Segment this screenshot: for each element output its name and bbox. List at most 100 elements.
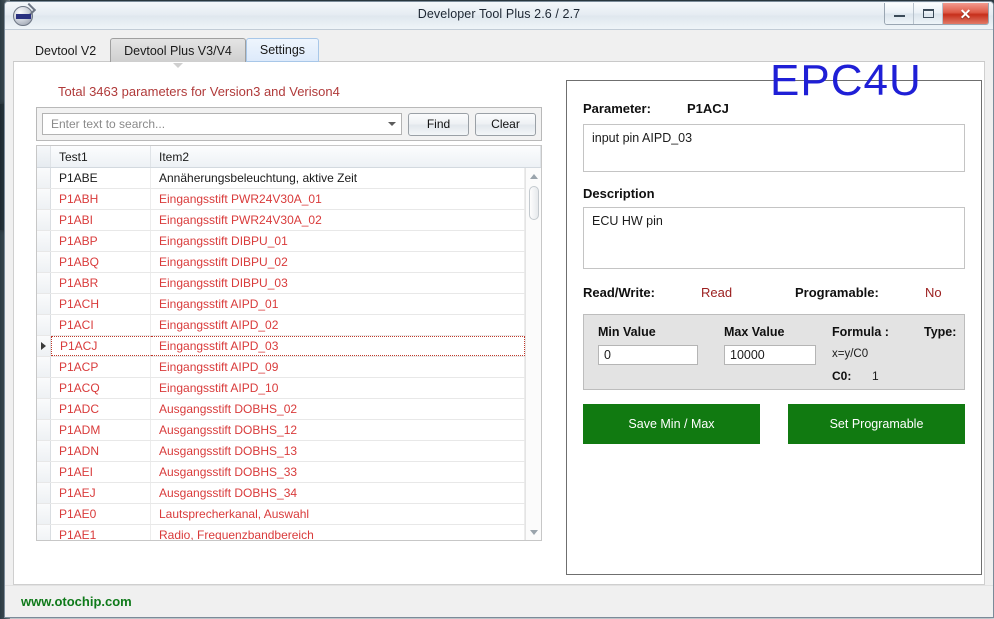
grid-header-test1[interactable]: Test1 <box>51 146 151 167</box>
row-selector-cell[interactable] <box>37 273 51 293</box>
cell-item2[interactable]: Ausgangsstift DOBHS_02 <box>151 399 525 419</box>
row-selector-cell[interactable] <box>37 525 51 540</box>
search-input[interactable] <box>49 116 382 132</box>
cell-item2[interactable]: Eingangsstift PWR24V30A_02 <box>151 210 525 230</box>
find-button[interactable]: Find <box>408 112 469 136</box>
minimize-button[interactable] <box>885 3 914 24</box>
cell-item2[interactable]: Annäherungsbeleuchtung, aktive Zeit <box>151 168 525 188</box>
table-row[interactable]: P1ABR Eingangsstift DIBPU_03 <box>37 273 525 294</box>
cell-item2[interactable]: Lautsprecherkanal, Auswahl <box>151 504 525 524</box>
row-selector-arrow-icon[interactable] <box>37 336 51 356</box>
table-row[interactable]: P1ACP Eingangsstift AIPD_09 <box>37 357 525 378</box>
scrollbar-thumb[interactable] <box>529 186 539 220</box>
max-value-label: Max Value <box>724 325 785 339</box>
cell-item2[interactable]: Ausgangsstift DOBHS_33 <box>151 462 525 482</box>
grid-header-row: Test1 Item2 <box>37 146 541 168</box>
cell-test1[interactable]: P1ADN <box>51 441 151 461</box>
cell-item2[interactable]: Eingangsstift AIPD_01 <box>151 294 525 314</box>
cell-item2[interactable]: Eingangsstift DIBPU_03 <box>151 273 525 293</box>
table-row[interactable]: P1AE1 Radio, Frequenzbandbereich <box>37 525 525 540</box>
chevron-down-icon[interactable] <box>382 114 401 134</box>
row-selector-cell[interactable] <box>37 168 51 188</box>
save-min-max-button[interactable]: Save Min / Max <box>583 404 760 444</box>
cell-test1[interactable]: P1AEJ <box>51 483 151 503</box>
cell-test1[interactable]: P1ACQ <box>51 378 151 398</box>
table-row[interactable]: P1ADC Ausgangsstift DOBHS_02 <box>37 399 525 420</box>
table-row[interactable]: P1ABP Eingangsstift DIBPU_01 <box>37 231 525 252</box>
row-selector-cell[interactable] <box>37 210 51 230</box>
parameter-detail-panel: Parameter: P1ACJ input pin AIPD_03 Descr… <box>566 80 982 575</box>
row-selector-cell[interactable] <box>37 189 51 209</box>
table-row[interactable]: P1ABI Eingangsstift PWR24V30A_02 <box>37 210 525 231</box>
table-row[interactable]: P1AEJ Ausgangsstift DOBHS_34 <box>37 483 525 504</box>
tab-devtool-plus-v3v4[interactable]: Devtool Plus V3/V4 <box>110 38 246 68</box>
clear-button[interactable]: Clear <box>475 112 536 136</box>
row-selector-cell[interactable] <box>37 357 51 377</box>
cell-test1[interactable]: P1ABQ <box>51 252 151 272</box>
min-value-input[interactable]: 0 <box>598 345 698 365</box>
cell-item2[interactable]: Eingangsstift AIPD_03 <box>151 336 525 356</box>
cell-test1[interactable]: P1ACI <box>51 315 151 335</box>
table-row[interactable]: P1ACJ Eingangsstift AIPD_03 <box>37 336 525 357</box>
cell-item2[interactable]: Eingangsstift AIPD_10 <box>151 378 525 398</box>
table-row[interactable]: P1ACI Eingangsstift AIPD_02 <box>37 315 525 336</box>
table-row[interactable]: P1ACH Eingangsstift AIPD_01 <box>37 294 525 315</box>
row-selector-cell[interactable] <box>37 399 51 419</box>
maximize-button[interactable] <box>914 3 943 24</box>
row-selector-cell[interactable] <box>37 420 51 440</box>
search-combobox[interactable] <box>42 113 402 135</box>
tab-settings[interactable]: Settings <box>245 38 320 62</box>
tab-devtool-v2[interactable]: Devtool V2 <box>21 38 110 62</box>
cell-test1[interactable]: P1ACP <box>51 357 151 377</box>
grid-vertical-scrollbar[interactable] <box>525 168 541 540</box>
row-selector-cell[interactable] <box>37 441 51 461</box>
table-row[interactable]: P1AEI Ausgangsstift DOBHS_33 <box>37 462 525 483</box>
search-toolbar: Find Clear <box>36 107 542 141</box>
cell-item2[interactable]: Ausgangsstift DOBHS_12 <box>151 420 525 440</box>
max-value-input[interactable]: 10000 <box>724 345 816 365</box>
row-selector-cell[interactable] <box>37 231 51 251</box>
set-programable-button[interactable]: Set Programable <box>788 404 965 444</box>
cell-test1[interactable]: P1ABR <box>51 273 151 293</box>
cell-test1[interactable]: P1AE1 <box>51 525 151 540</box>
row-selector-cell[interactable] <box>37 462 51 482</box>
cell-item2[interactable]: Ausgangsstift DOBHS_34 <box>151 483 525 503</box>
cell-test1[interactable]: P1ABH <box>51 189 151 209</box>
cell-item2[interactable]: Eingangsstift AIPD_09 <box>151 357 525 377</box>
table-row[interactable]: P1AE0 Lautsprecherkanal, Auswahl <box>37 504 525 525</box>
cell-test1[interactable]: P1ACH <box>51 294 151 314</box>
grid-header-item2[interactable]: Item2 <box>151 146 541 167</box>
cell-test1[interactable]: P1ADM <box>51 420 151 440</box>
close-button[interactable]: ✕ <box>943 3 988 24</box>
cell-test1[interactable]: P1ACJ <box>51 336 151 356</box>
table-row[interactable]: P1ADM Ausgangsstift DOBHS_12 <box>37 420 525 441</box>
row-selector-cell[interactable] <box>37 504 51 524</box>
description-text-box[interactable]: ECU HW pin <box>583 207 965 269</box>
cell-item2[interactable]: Eingangsstift AIPD_02 <box>151 315 525 335</box>
scroll-up-arrow-icon[interactable] <box>526 168 541 184</box>
row-selector-cell[interactable] <box>37 252 51 272</box>
row-selector-cell[interactable] <box>37 378 51 398</box>
cell-item2[interactable]: Radio, Frequenzbandbereich <box>151 525 525 540</box>
cell-item2[interactable]: Ausgangsstift DOBHS_13 <box>151 441 525 461</box>
website-link[interactable]: www.otochip.com <box>21 594 132 609</box>
table-row[interactable]: P1ABQ Eingangsstift DIBPU_02 <box>37 252 525 273</box>
table-row[interactable]: P1ADN Ausgangsstift DOBHS_13 <box>37 441 525 462</box>
row-selector-cell[interactable] <box>37 483 51 503</box>
row-selector-cell[interactable] <box>37 294 51 314</box>
cell-test1[interactable]: P1AEI <box>51 462 151 482</box>
cell-item2[interactable]: Eingangsstift DIBPU_02 <box>151 252 525 272</box>
cell-test1[interactable]: P1ADC <box>51 399 151 419</box>
cell-test1[interactable]: P1ABI <box>51 210 151 230</box>
scroll-down-arrow-icon[interactable] <box>526 524 541 540</box>
cell-test1[interactable]: P1ABP <box>51 231 151 251</box>
table-row[interactable]: P1ACQ Eingangsstift AIPD_10 <box>37 378 525 399</box>
cell-item2[interactable]: Eingangsstift DIBPU_01 <box>151 231 525 251</box>
row-selector-cell[interactable] <box>37 315 51 335</box>
cell-test1[interactable]: P1AE0 <box>51 504 151 524</box>
parameter-text-box[interactable]: input pin AIPD_03 <box>583 124 965 172</box>
table-row[interactable]: P1ABE Annäherungsbeleuchtung, aktive Zeit <box>37 168 525 189</box>
table-row[interactable]: P1ABH Eingangsstift PWR24V30A_01 <box>37 189 525 210</box>
cell-test1[interactable]: P1ABE <box>51 168 151 188</box>
cell-item2[interactable]: Eingangsstift PWR24V30A_01 <box>151 189 525 209</box>
